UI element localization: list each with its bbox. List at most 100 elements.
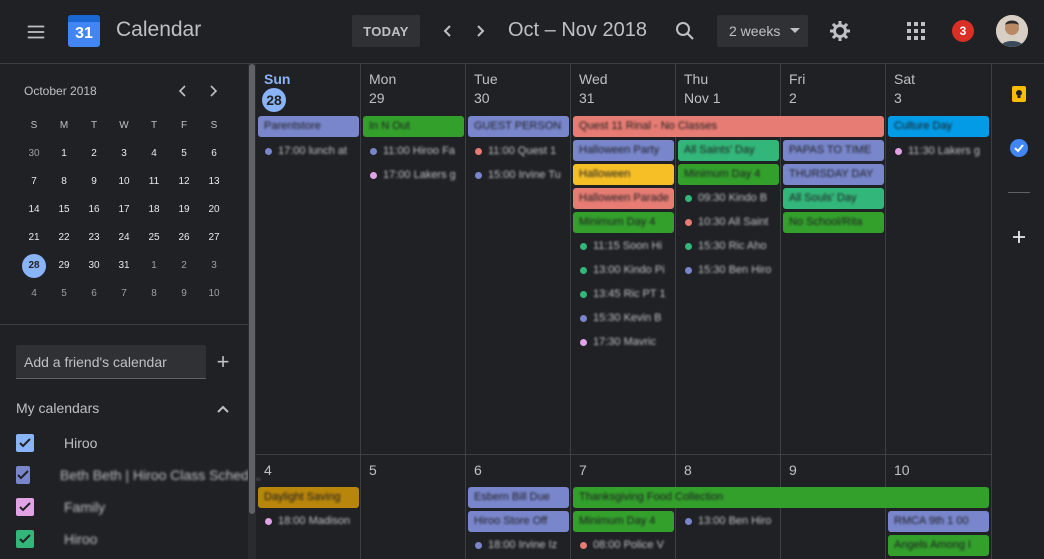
all-day-event[interactable]: THURSDAY DAY [783,164,884,185]
mini-calendar-day[interactable]: 16 [79,196,109,224]
mini-calendar-day[interactable]: 10 [109,168,139,196]
day-number[interactable]: 4 [264,462,272,478]
day-number[interactable]: 29 [369,90,385,106]
add-calendar-button[interactable]: + [213,351,233,373]
calendar-checkbox[interactable] [16,466,30,484]
mini-calendar-day[interactable]: 18 [139,196,169,224]
day-number[interactable]: 8 [684,462,692,478]
timed-event[interactable]: 13:45 Ric PT 1 [571,284,672,304]
next-period-button[interactable] [469,20,491,42]
mini-calendar-day[interactable]: 6 [199,140,229,168]
get-addons-button[interactable] [1009,227,1029,247]
all-day-event[interactable]: Quest 11 Rinal - No Classes [573,116,884,137]
all-day-event[interactable]: RMCA 9th 1 00 [888,511,989,532]
all-day-event[interactable]: Halloween Party [573,140,674,161]
mini-calendar-prev-button[interactable] [175,83,191,99]
day-number[interactable]: 30 [474,90,490,106]
all-day-event[interactable]: All Saints' Day [678,140,779,161]
day-number[interactable]: 6 [474,462,482,478]
all-day-event[interactable]: Parentstore [258,116,359,137]
mini-calendar-day[interactable]: 11 [139,168,169,196]
day-number[interactable]: 9 [789,462,797,478]
all-day-event[interactable]: Minimum Day 4 [678,164,779,185]
mini-calendar-day[interactable]: 24 [109,224,139,252]
timed-event[interactable]: 11:30 Lakers g [886,141,987,161]
all-day-event[interactable]: Minimum Day 4 [573,511,674,532]
day-number[interactable]: 31 [579,90,595,106]
all-day-event[interactable]: Esbern Bill Due [468,487,569,508]
mini-calendar-day[interactable]: 17 [109,196,139,224]
calendar-checkbox[interactable] [16,434,34,452]
mini-calendar-day[interactable]: 5 [169,140,199,168]
timed-event[interactable]: 18:00 Madison [256,511,357,531]
apps-button[interactable] [905,20,927,42]
day-number[interactable]: 3 [894,90,902,106]
notification-badge[interactable]: 3 [952,20,974,42]
mini-calendar-day[interactable]: 23 [79,224,109,252]
timed-event[interactable]: 11:15 Soon Hi [571,236,672,256]
sidebar-scrollbar-thumb[interactable] [249,64,255,514]
timed-event[interactable]: 11:00 Quest 1 [466,141,567,161]
mini-calendar-day[interactable]: 7 [109,280,139,308]
mini-calendar-day[interactable]: 2 [169,252,199,280]
mini-calendar-day[interactable]: 13 [199,168,229,196]
mini-calendar-day[interactable]: 6 [79,280,109,308]
timed-event[interactable]: 15:30 Ric Aho [676,236,777,256]
mini-calendar-day[interactable]: 5 [49,280,79,308]
mini-calendar-next-button[interactable] [205,83,221,99]
all-day-event[interactable]: In N Out [363,116,464,137]
calendar-list-item[interactable]: Family [16,495,246,519]
mini-calendar-day[interactable]: 12 [169,168,199,196]
mini-calendar-day[interactable]: 27 [199,224,229,252]
all-day-event[interactable]: No School/Rita [783,212,884,233]
account-avatar[interactable] [996,15,1028,47]
day-number[interactable]: 5 [369,462,377,478]
calendar-checkbox[interactable] [16,498,34,516]
all-day-event[interactable]: Halloween Parade [573,188,674,209]
all-day-event[interactable]: Halloween [573,164,674,185]
main-menu-button[interactable] [20,16,52,48]
all-day-event[interactable]: Thanksgiving Food Collection [573,487,989,508]
view-selector[interactable]: 2 weeks [717,15,808,47]
timed-event[interactable]: 08:00 Police V [571,535,672,555]
mini-calendar-day[interactable]: 31 [109,252,139,280]
mini-calendar-day[interactable]: 10 [199,280,229,308]
mini-calendar-day[interactable]: 3 [199,252,229,280]
mini-calendar-day[interactable]: 8 [139,280,169,308]
calendar-list-item[interactable]: Hiroo [16,527,246,551]
all-day-event[interactable]: PAPAS TO TIME [783,140,884,161]
all-day-event[interactable]: Hiroo Store Off [468,511,569,532]
mini-calendar-day[interactable]: 19 [169,196,199,224]
all-day-event[interactable]: Daylight Saving [258,487,359,508]
mini-calendar-day[interactable]: 1 [139,252,169,280]
timed-event[interactable]: 17:00 lunch at [256,141,357,161]
mini-calendar-day[interactable]: 26 [169,224,199,252]
calendar-list-item[interactable]: Beth Beth | Hiroo Class Sched... [16,463,261,487]
mini-calendar-day[interactable]: 9 [169,280,199,308]
all-day-event[interactable]: Angels Among I [888,535,989,556]
all-day-event[interactable]: Culture Day [888,116,989,137]
my-calendars-title[interactable]: My calendars [16,400,99,416]
mini-calendar-day[interactable]: 1 [49,140,79,168]
all-day-event[interactable]: GUEST PERSON [468,116,569,137]
day-number[interactable]: Nov 1 [684,90,721,106]
mini-calendar-day[interactable]: 30 [19,140,49,168]
mini-calendar-day[interactable]: 22 [49,224,79,252]
mini-calendar-day[interactable]: 9 [79,168,109,196]
today-button[interactable]: TODAY [352,15,420,47]
mini-calendar-day[interactable]: 2 [79,140,109,168]
mini-calendar-day[interactable]: 14 [19,196,49,224]
calendar-checkbox[interactable] [16,530,34,548]
calendar-list-item[interactable]: Hiroo [16,431,246,455]
mini-calendar-day[interactable]: 28 [19,252,49,280]
keep-button[interactable] [1009,84,1029,104]
timed-event[interactable]: 18:00 Irvine Iz [466,535,567,555]
mini-calendar-day[interactable]: 3 [109,140,139,168]
day-number[interactable]: 28 [262,88,286,112]
timed-event[interactable]: 15:30 Kevin B [571,308,672,328]
mini-calendar-day[interactable]: 21 [19,224,49,252]
mini-calendar-day[interactable]: 15 [49,196,79,224]
timed-event[interactable]: 13:00 Kindo Pi [571,260,672,280]
all-day-event[interactable]: Minimum Day 4 [573,212,674,233]
mini-calendar-day[interactable]: 20 [199,196,229,224]
